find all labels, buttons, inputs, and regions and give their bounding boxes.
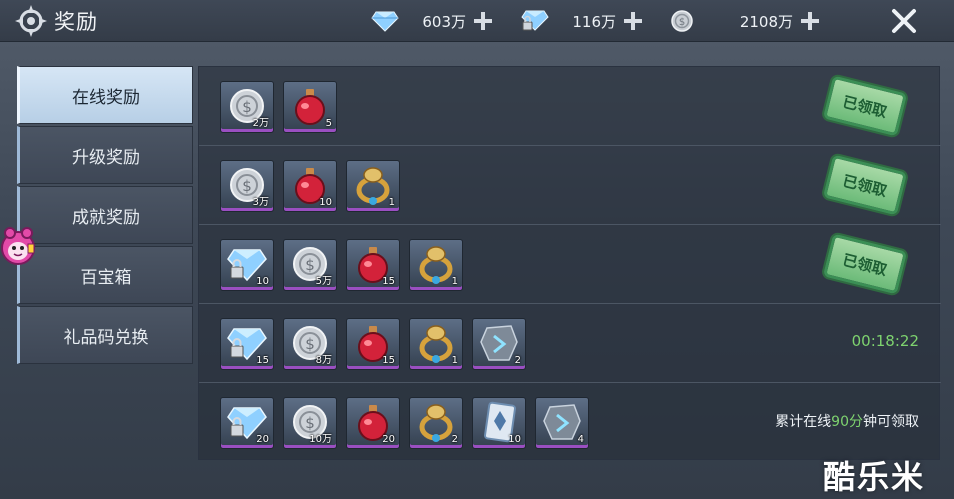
reward-item[interactable]: $ 5万 xyxy=(283,239,337,291)
item-count: 10 xyxy=(256,276,269,287)
tab-gift-code[interactable]: 礼品码兑换 xyxy=(17,306,193,364)
item-count: 1 xyxy=(388,197,395,208)
locked-diamond-amount: 116万 xyxy=(572,12,616,31)
reward-item[interactable]: 1 xyxy=(409,318,463,370)
diamond-icon xyxy=(370,7,400,35)
reward-item[interactable]: 4 xyxy=(535,397,589,449)
claimed-stamp-label: 已领取 xyxy=(822,75,908,137)
reward-item[interactable]: 10 xyxy=(220,239,274,291)
reward-item[interactable]: 10 xyxy=(472,397,526,449)
item-count: 4 xyxy=(577,434,584,445)
silver-coin-icon: $ xyxy=(667,7,697,35)
item-count: 15 xyxy=(256,355,269,366)
item-count: 5 xyxy=(325,118,332,129)
reward-item[interactable]: 15 xyxy=(346,239,400,291)
reward-row: 10 $ 5万 15 1 已领取 xyxy=(199,225,941,304)
compass-emblem-icon xyxy=(15,5,47,37)
item-count: 15 xyxy=(382,276,395,287)
tab-achievement-reward[interactable]: 成就奖励 xyxy=(17,186,193,244)
silver-amount: 2108万 xyxy=(739,12,793,31)
svg-text:$: $ xyxy=(305,335,315,353)
item-count: 10 xyxy=(508,434,521,445)
reward-item[interactable]: $ 2万 xyxy=(220,81,274,133)
top-bar: 奖励 603万 116万 $ 2108万 xyxy=(0,0,954,42)
mascot-float-icon[interactable] xyxy=(0,224,36,274)
claimed-stamp: 已领取 xyxy=(822,75,908,137)
hint-suffix: 钟可领取 xyxy=(863,414,919,430)
reward-item[interactable]: $ 10万 xyxy=(283,397,337,449)
reward-item[interactable]: 15 xyxy=(220,318,274,370)
claimed-stamp: 已领取 xyxy=(822,154,908,216)
item-count: 20 xyxy=(256,434,269,445)
reward-row: $ 2万 5 已领取 xyxy=(199,67,941,146)
reward-item[interactable]: 15 xyxy=(346,318,400,370)
tab-level-reward[interactable]: 升级奖励 xyxy=(17,126,193,184)
locked-diamond-icon xyxy=(520,7,550,35)
svg-text:$: $ xyxy=(679,17,685,28)
tab-label: 成就奖励 xyxy=(72,207,140,228)
item-count: 10万 xyxy=(309,434,332,445)
reward-item[interactable]: $ 3万 xyxy=(220,160,274,212)
item-count: 5万 xyxy=(315,276,332,287)
item-count: 10 xyxy=(319,197,332,208)
reward-list-panel: $ 2万 5 已领取 $ 3万 10 1 已领取 10 $ 5万 15 1 已领… xyxy=(198,66,941,462)
item-count: 2万 xyxy=(252,118,269,129)
diamond-amount: 603万 xyxy=(422,12,466,31)
item-count: 3万 xyxy=(252,197,269,208)
reward-row: $ 3万 10 1 已领取 xyxy=(199,146,941,225)
tab-label: 礼品码兑换 xyxy=(63,327,149,348)
add-locked-diamond-button[interactable] xyxy=(622,10,644,32)
reward-item[interactable]: 20 xyxy=(220,397,274,449)
tab-label: 升级奖励 xyxy=(72,147,140,168)
reward-item[interactable]: $ 8万 xyxy=(283,318,337,370)
close-icon[interactable] xyxy=(886,4,922,38)
add-silver-button[interactable] xyxy=(799,10,821,32)
title-area: 奖励 xyxy=(14,4,98,38)
tab-label: 在线奖励 xyxy=(72,87,140,108)
reward-item[interactable]: 5 xyxy=(283,81,337,133)
add-diamond-button[interactable] xyxy=(472,10,494,32)
reward-item[interactable]: 20 xyxy=(346,397,400,449)
currency-silver: $ 2108万 xyxy=(667,7,821,35)
item-count: 1 xyxy=(451,276,458,287)
hint-prefix: 累计在线 xyxy=(775,414,832,430)
item-count: 2 xyxy=(451,434,458,445)
claimed-stamp-label: 已领取 xyxy=(822,233,908,295)
reward-category-sidebar: 在线奖励 升级奖励 成就奖励 百宝箱 礼品码兑换 xyxy=(17,66,193,366)
svg-text:$: $ xyxy=(242,98,252,116)
reward-row: 15 $ 8万 15 1 2 00:18:22 xyxy=(199,304,941,383)
item-count: 2 xyxy=(514,355,521,366)
claimed-stamp-label: 已领取 xyxy=(822,154,908,216)
reward-item[interactable]: 10 xyxy=(283,160,337,212)
reward-item[interactable]: 2 xyxy=(409,397,463,449)
reward-row: 20 $ 10万 20 2 10 4 累计在线90分钟可领取 xyxy=(199,383,941,462)
tab-label: 百宝箱 xyxy=(80,267,132,288)
item-count: 20 xyxy=(382,434,395,445)
currency-diamond: 603万 xyxy=(370,7,494,35)
claimed-stamp: 已领取 xyxy=(822,233,908,295)
countdown-timer: 00:18:22 xyxy=(851,332,919,350)
svg-text:$: $ xyxy=(305,256,315,274)
currency-locked-diamond: 116万 xyxy=(520,7,644,35)
claim-condition-hint: 累计在线90分钟可领取 xyxy=(775,411,919,431)
reward-item[interactable]: 1 xyxy=(409,239,463,291)
reward-item[interactable]: 1 xyxy=(346,160,400,212)
item-count: 15 xyxy=(382,355,395,366)
tab-treasure-box[interactable]: 百宝箱 xyxy=(17,246,193,304)
item-count: 8万 xyxy=(315,355,332,366)
hint-minutes: 90分 xyxy=(831,414,863,430)
svg-text:$: $ xyxy=(242,177,252,195)
page-title: 奖励 xyxy=(54,10,98,34)
item-count: 1 xyxy=(451,355,458,366)
tab-online-reward[interactable]: 在线奖励 xyxy=(17,66,193,124)
watermark-logo: 酷乐米 xyxy=(823,458,926,496)
reward-item[interactable]: 2 xyxy=(472,318,526,370)
